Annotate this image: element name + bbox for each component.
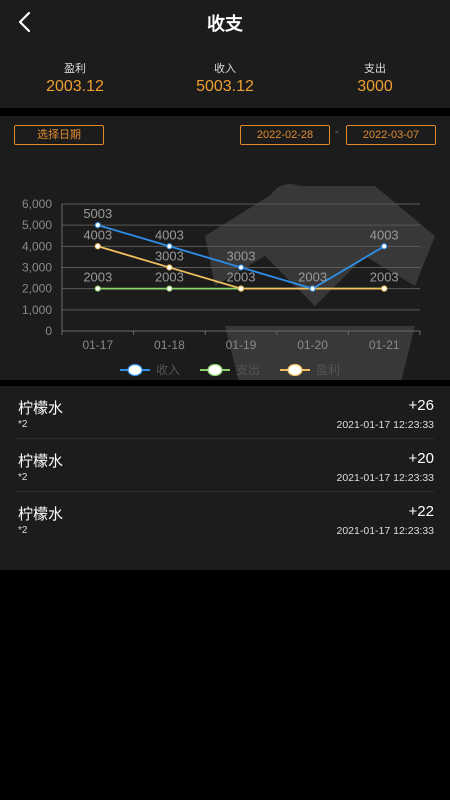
data-label: 2003 (155, 270, 184, 285)
item-amount: +26 (408, 397, 434, 414)
data-label: 2003 (298, 270, 327, 285)
legend-label: 盈利 (316, 363, 340, 377)
item-quantity: *2 (18, 525, 28, 536)
stat-label: 支出 (364, 63, 386, 75)
item-quantity: *2 (18, 472, 28, 483)
data-label: 5003 (83, 206, 112, 221)
list-item[interactable]: 柠檬水 *2 +20 2021-01-17 12:23:33 (16, 439, 434, 492)
x-tick-label: 01-21 (369, 338, 400, 352)
data-point (94, 285, 101, 292)
page-title: 收支 (207, 14, 243, 34)
record-list: 柠檬水 *2 +26 2021-01-17 12:23:33 柠檬水 *2 +2… (0, 386, 450, 570)
legend-marker (127, 363, 143, 377)
data-label: 2003 (227, 270, 256, 285)
line-chart: 0 1,000 2,000 3,000 4,000 5,000 6,000 01-17 01-1… (22, 197, 421, 377)
item-name: 柠檬水 (18, 506, 64, 523)
data-point (237, 285, 245, 292)
y-tick-label: 5,000 (22, 218, 52, 232)
stat-value: 3000 (357, 78, 393, 95)
data-point (309, 285, 316, 292)
item-name: 柠檬水 (18, 453, 64, 470)
y-tick-label: 1,000 (22, 303, 52, 317)
stat-expense: 支出 3000 (300, 60, 450, 100)
legend-label: 收入 (156, 363, 180, 377)
list-item[interactable]: 柠檬水 *2 +22 2021-01-17 12:23:33 (16, 492, 434, 545)
data-point (166, 285, 173, 292)
nav-bar: 收支 (0, 0, 450, 44)
data-label: 3003 (155, 248, 184, 263)
chart-panel: 选择日期 2022-02-28 - 2022-03-07 0 1,000 2,000… (0, 116, 450, 380)
x-tick-label: 01-18 (154, 338, 185, 352)
summary-stats: 盈利 2003.12 收入 5003.12 支出 3000 (0, 60, 450, 100)
y-tick-label: 0 (45, 324, 52, 338)
data-label: 2003 (83, 270, 112, 285)
y-tick-label: 4,000 (22, 239, 52, 253)
legend-marker (287, 363, 303, 377)
y-tick-label: 6,000 (22, 197, 52, 211)
item-amount: +20 (408, 450, 434, 467)
data-point (381, 243, 388, 250)
x-tick-label: 01-17 (82, 338, 113, 352)
stat-label: 收入 (214, 63, 236, 75)
x-tick-label: 01-19 (226, 338, 257, 352)
stat-income: 收入 5003.12 (150, 60, 300, 100)
item-time: 2021-01-17 12:23:33 (336, 419, 435, 431)
data-point (94, 243, 101, 250)
stat-profit: 盈利 2003.12 (0, 60, 150, 100)
header: 收支 盈利 2003.12 收入 5003.12 支出 3000 (0, 0, 450, 108)
stat-label: 盈利 (64, 63, 86, 75)
legend-marker (207, 363, 223, 377)
item-time: 2021-01-17 12:23:33 (336, 472, 435, 484)
data-label: 4003 (83, 227, 112, 242)
divider (0, 108, 450, 116)
item-name: 柠檬水 (18, 400, 64, 417)
item-time: 2021-01-17 12:23:33 (336, 525, 435, 537)
item-amount: +22 (408, 503, 434, 520)
list-item[interactable]: 柠檬水 *2 +26 2021-01-17 12:23:33 (16, 386, 434, 439)
stat-value: 2003.12 (46, 78, 104, 95)
data-point (381, 285, 388, 292)
item-quantity: *2 (18, 419, 28, 430)
y-tick-label: 2,000 (22, 282, 52, 296)
data-label: 2003 (370, 270, 399, 285)
data-label: 3003 (227, 248, 256, 263)
x-tick-label: 01-20 (297, 338, 328, 352)
data-label: 4003 (370, 227, 399, 242)
stat-value: 5003.12 (196, 78, 254, 95)
y-tick-label: 3,000 (22, 261, 52, 275)
data-label: 4003 (155, 227, 184, 242)
legend-label: 支出 (236, 363, 260, 377)
